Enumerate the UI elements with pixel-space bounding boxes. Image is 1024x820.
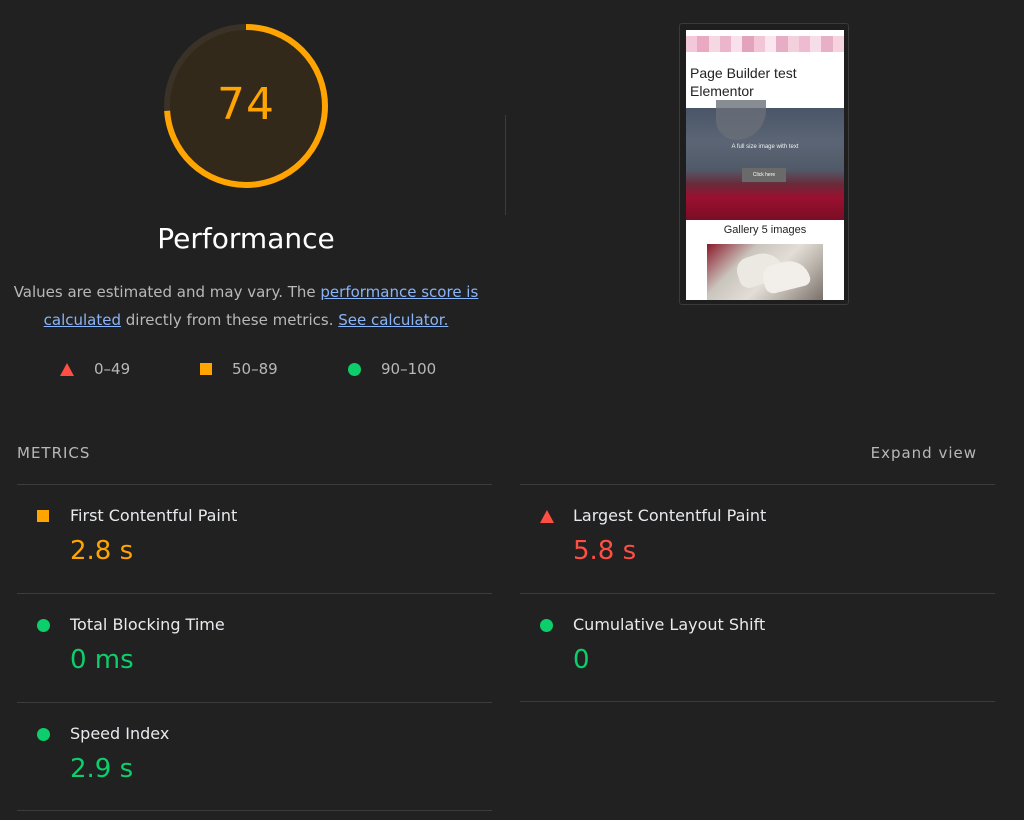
triangle-icon <box>540 510 554 523</box>
description-text-middle: directly from these metrics. <box>121 311 339 329</box>
square-icon <box>200 363 212 375</box>
metric-value: 5.8 s <box>573 536 637 566</box>
metric-value: 0 ms <box>70 645 134 675</box>
legend-range: 50–89 <box>232 360 278 378</box>
metric-label: Total Blocking Time <box>70 615 225 634</box>
metric-largest-contentful-paint: Largest Contentful Paint 5.8 s <box>520 484 995 593</box>
metric-first-contentful-paint: First Contentful Paint 2.8 s <box>17 484 492 593</box>
gallery-title: Gallery 5 images <box>723 224 807 236</box>
vertical-divider <box>505 115 506 215</box>
score-description: Values are estimated and may vary. The p… <box>10 278 482 334</box>
expand-view-toggle[interactable]: Expand view <box>871 444 977 462</box>
gauge-title: Performance <box>157 222 335 255</box>
metric-value: 0 <box>573 645 590 675</box>
circle-icon <box>348 362 361 376</box>
hero-button: Click here <box>742 168 786 182</box>
metrics-header: METRICS <box>17 444 91 462</box>
metric-divider <box>17 810 492 811</box>
metric-label: Cumulative Layout Shift <box>573 615 766 634</box>
metric-label: Speed Index <box>70 724 170 743</box>
screenshot-page-title: Page Builder test Elementor <box>690 65 797 99</box>
metric-speed-index: Speed Index 2.9 s <box>17 702 492 811</box>
description-text: Values are estimated and may vary. The <box>13 283 321 301</box>
metric-total-blocking-time: Total Blocking Time 0 ms <box>17 593 492 702</box>
legend-fail: 0–49 <box>60 360 130 378</box>
legend-pass: 90–100 <box>348 360 436 378</box>
performance-score-gauge: 74 <box>160 20 332 192</box>
triangle-icon <box>60 362 74 376</box>
metric-divider <box>520 701 995 702</box>
metric-label: Largest Contentful Paint <box>573 506 767 525</box>
legend-range: 0–49 <box>94 360 131 378</box>
legend-average: 50–89 <box>200 360 278 378</box>
pixelated-logo-bar <box>686 36 844 52</box>
final-screenshot[interactable]: Page Builder test Elementor A full size … <box>679 23 849 305</box>
score-value: 74 <box>217 78 275 130</box>
square-icon <box>37 510 49 522</box>
see-calculator-link[interactable]: See calculator. <box>338 311 448 329</box>
legend-range: 90–100 <box>381 360 437 378</box>
hero-shoe-shape <box>716 100 766 140</box>
circle-icon <box>37 728 50 741</box>
circle-icon <box>37 619 50 632</box>
hero-image: A full size image with text Click here <box>686 100 844 220</box>
gallery-image <box>707 244 823 300</box>
metric-value: 2.9 s <box>70 754 134 784</box>
metric-value: 2.8 s <box>70 536 134 566</box>
lighthouse-report: 74 Performance Values are estimated and … <box>0 0 1024 820</box>
circle-icon <box>540 619 553 632</box>
hero-caption: A full size image with text <box>731 144 799 150</box>
score-legend: 0–49 50–89 90–100 <box>0 360 500 382</box>
metric-cumulative-layout-shift: Cumulative Layout Shift 0 <box>520 593 995 702</box>
metric-label: First Contentful Paint <box>70 506 238 525</box>
screenshot-content: Page Builder test Elementor A full size … <box>686 30 844 300</box>
